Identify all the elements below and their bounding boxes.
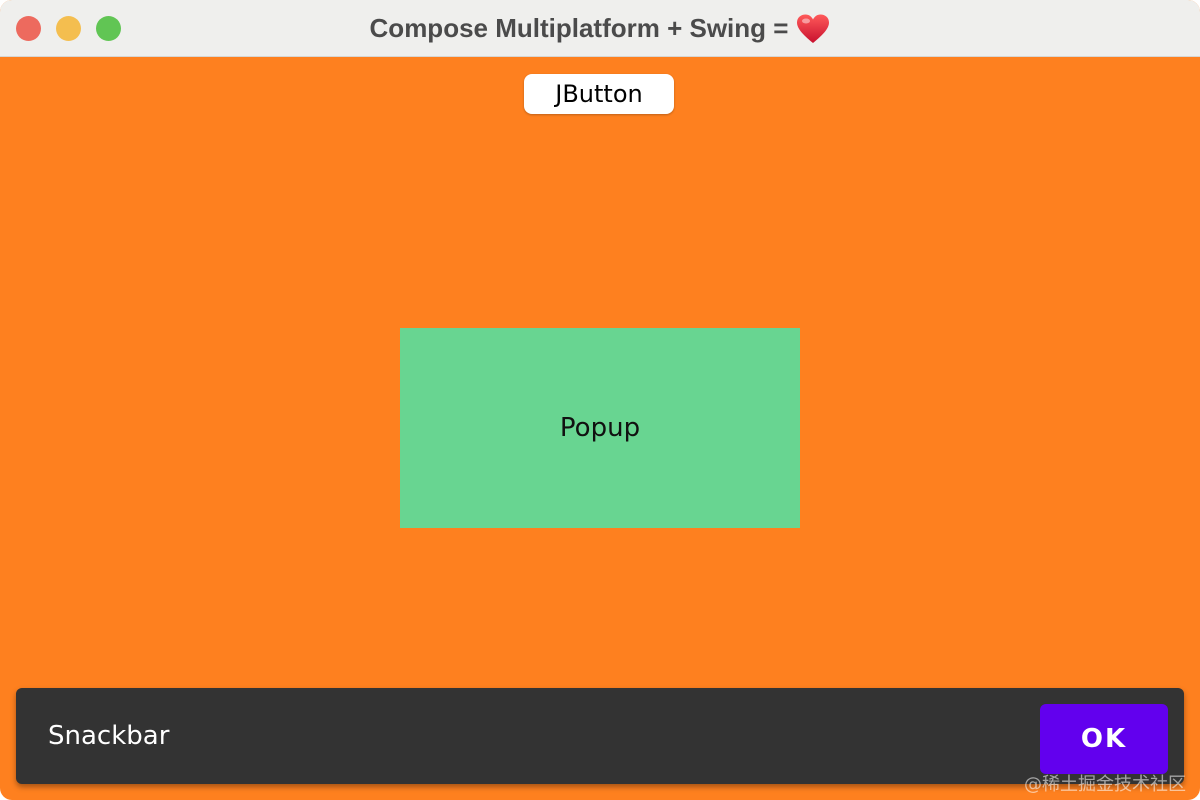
watermark: @稀土掘金技术社区 (1024, 774, 1186, 795)
title-bar[interactable]: Compose Multiplatform + Swing = (0, 0, 1200, 57)
zoom-window-button[interactable] (96, 16, 121, 41)
snackbar-message: Snackbar (48, 721, 170, 751)
window-title: Compose Multiplatform + Swing = (370, 13, 831, 45)
snackbar-ok-button[interactable]: OK (1040, 704, 1168, 774)
app-window: Compose Multiplatform + Swing = JButton … (0, 0, 1200, 800)
popup: Popup (400, 328, 800, 528)
minimize-window-button[interactable] (56, 16, 81, 41)
compose-content-area: JButton Popup Snackbar OK @稀土掘金技术社区 (0, 57, 1200, 800)
window-title-text: Compose Multiplatform + Swing = (369, 13, 789, 43)
popup-label: Popup (559, 413, 641, 443)
close-window-button[interactable] (16, 16, 41, 41)
snackbar: Snackbar OK (16, 688, 1184, 784)
jbutton[interactable]: JButton (524, 74, 674, 114)
heart-icon (797, 14, 830, 43)
